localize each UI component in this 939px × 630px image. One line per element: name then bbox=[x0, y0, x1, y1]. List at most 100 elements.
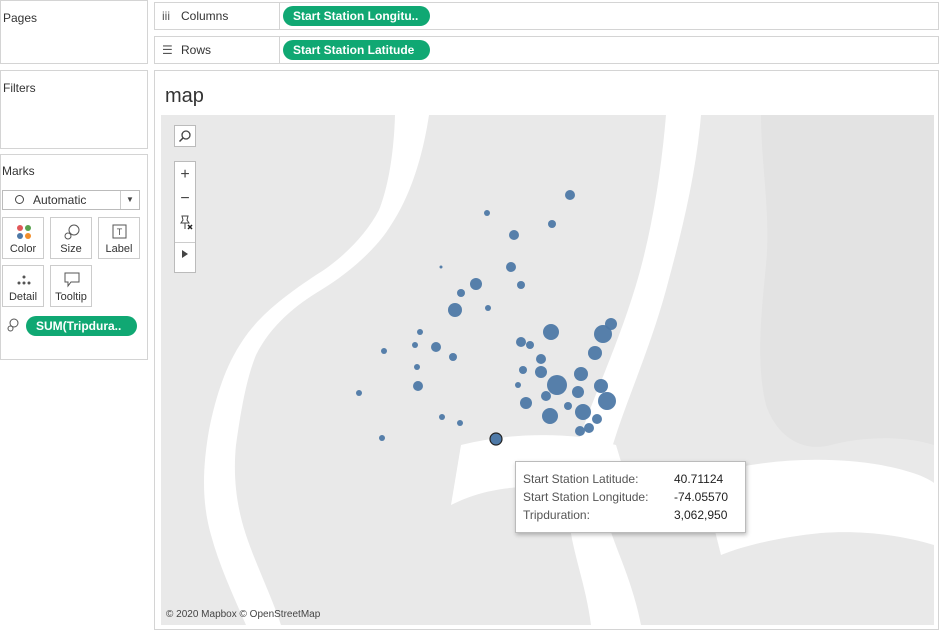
zoom-in-button[interactable]: + bbox=[175, 164, 195, 186]
station-mark[interactable] bbox=[470, 278, 482, 290]
station-mark[interactable] bbox=[484, 210, 490, 216]
rows-shelf-label: ☰ Rows bbox=[155, 37, 280, 63]
rows-shelf[interactable]: ☰ Rows Start Station Latitude bbox=[154, 36, 939, 64]
circle-mark-icon bbox=[15, 195, 24, 204]
station-mark[interactable] bbox=[457, 289, 465, 297]
pages-title: Pages bbox=[3, 11, 38, 25]
columns-label-text: Columns bbox=[181, 9, 229, 23]
pin-map-button[interactable] bbox=[175, 212, 195, 234]
label-card[interactable]: T Label bbox=[98, 217, 140, 259]
marks-title: Marks bbox=[2, 164, 35, 178]
station-mark[interactable] bbox=[575, 404, 591, 420]
tooltip-row: Start Station Longitude: -74.05570 bbox=[523, 488, 738, 506]
station-mark[interactable] bbox=[417, 329, 423, 335]
tooltip-card-label: Tooltip bbox=[55, 291, 87, 303]
station-mark[interactable] bbox=[598, 392, 616, 410]
station-mark[interactable] bbox=[457, 420, 463, 426]
tooltip-value: 40.71124 bbox=[674, 472, 724, 486]
chevron-down-icon[interactable]: ▼ bbox=[120, 191, 139, 209]
expand-toolbar-button[interactable] bbox=[175, 242, 195, 265]
station-mark[interactable] bbox=[381, 348, 387, 354]
filters-shelf[interactable]: Filters bbox=[0, 70, 148, 149]
station-mark[interactable] bbox=[574, 367, 588, 381]
station-mark[interactable] bbox=[605, 318, 617, 330]
size-field-pill[interactable]: SUM(Tripdura.. bbox=[26, 316, 137, 336]
station-mark[interactable] bbox=[414, 364, 420, 370]
hovered-station-mark[interactable] bbox=[489, 432, 503, 446]
columns-field-pill[interactable]: Start Station Longitu.. bbox=[283, 6, 430, 26]
station-mark[interactable] bbox=[572, 386, 584, 398]
view-title: map bbox=[165, 85, 204, 107]
tooltip-value: 3,062,950 bbox=[674, 508, 728, 522]
detail-card[interactable]: Detail bbox=[2, 265, 44, 307]
station-mark[interactable] bbox=[588, 346, 602, 360]
station-mark[interactable] bbox=[520, 397, 532, 409]
map-canvas[interactable]: + − © 2020 Mapbox © OpenStreetMap Start … bbox=[161, 115, 934, 625]
rows-field-pill[interactable]: Start Station Latitude bbox=[283, 40, 430, 60]
station-mark[interactable] bbox=[542, 408, 558, 424]
tooltip-key: Tripduration: bbox=[523, 508, 590, 522]
station-mark[interactable] bbox=[535, 366, 547, 378]
station-mark[interactable] bbox=[413, 381, 423, 391]
detail-icon bbox=[17, 275, 31, 285]
station-mark[interactable] bbox=[517, 281, 525, 289]
station-mark[interactable] bbox=[519, 366, 527, 374]
size-encoding-icon bbox=[7, 318, 19, 332]
station-mark[interactable] bbox=[439, 265, 443, 269]
pages-shelf[interactable]: Pages bbox=[0, 0, 148, 64]
station-mark[interactable] bbox=[448, 303, 462, 317]
station-mark[interactable] bbox=[379, 435, 385, 441]
station-mark[interactable] bbox=[541, 391, 551, 401]
station-mark[interactable] bbox=[565, 190, 575, 200]
tooltip-card[interactable]: Tooltip bbox=[50, 265, 92, 307]
station-mark[interactable] bbox=[485, 305, 491, 311]
rows-icon: ☰ bbox=[162, 43, 173, 57]
station-mark[interactable] bbox=[412, 342, 418, 348]
size-card-label: Size bbox=[60, 243, 82, 255]
size-card[interactable]: Size bbox=[50, 217, 92, 259]
tooltip-icon bbox=[64, 272, 80, 288]
station-mark[interactable] bbox=[543, 324, 559, 340]
play-icon bbox=[182, 250, 188, 258]
station-mark[interactable] bbox=[506, 262, 516, 272]
filters-title: Filters bbox=[3, 81, 36, 95]
station-mark[interactable] bbox=[575, 426, 585, 436]
station-mark[interactable] bbox=[592, 414, 602, 424]
station-mark[interactable] bbox=[515, 382, 521, 388]
station-mark[interactable] bbox=[449, 353, 457, 361]
color-icon bbox=[17, 225, 31, 239]
data-points-layer bbox=[356, 190, 617, 446]
label-icon: T bbox=[112, 224, 127, 239]
station-mark[interactable] bbox=[584, 423, 594, 433]
color-card[interactable]: Color bbox=[2, 217, 44, 259]
mark-type-dropdown[interactable]: Automatic ▼ bbox=[2, 190, 140, 210]
station-mark[interactable] bbox=[594, 379, 608, 393]
station-mark[interactable] bbox=[564, 402, 572, 410]
station-mark[interactable] bbox=[356, 390, 362, 396]
station-mark[interactable] bbox=[516, 337, 526, 347]
detail-card-label: Detail bbox=[8, 291, 38, 303]
columns-shelf[interactable]: iii Columns Start Station Longitu.. bbox=[154, 2, 939, 30]
tooltip-row: Tripduration: 3,062,950 bbox=[523, 506, 738, 524]
search-icon bbox=[178, 130, 191, 143]
station-mark[interactable] bbox=[526, 341, 534, 349]
map-search-button[interactable] bbox=[174, 125, 196, 147]
columns-shelf-label: iii Columns bbox=[155, 3, 280, 29]
label-card-label: Label bbox=[105, 243, 133, 255]
pin-icon bbox=[180, 215, 193, 230]
station-mark[interactable] bbox=[548, 220, 556, 228]
rows-label-text: Rows bbox=[181, 43, 212, 57]
map-controls: + − bbox=[174, 161, 196, 273]
station-mark[interactable] bbox=[547, 375, 567, 395]
station-mark[interactable] bbox=[536, 354, 546, 364]
tooltip-value: -74.05570 bbox=[674, 490, 729, 504]
station-mark[interactable] bbox=[509, 230, 519, 240]
station-mark[interactable] bbox=[439, 414, 445, 420]
size-icon bbox=[64, 224, 80, 240]
worksheet-view: map + − © 2020 Mapbox © OpenStreetMap St… bbox=[154, 70, 939, 630]
mark-type-label: Automatic bbox=[33, 193, 87, 207]
svg-text:T: T bbox=[117, 227, 123, 237]
station-mark[interactable] bbox=[431, 342, 441, 352]
columns-icon: iii bbox=[162, 9, 170, 23]
zoom-out-button[interactable]: − bbox=[175, 188, 195, 210]
